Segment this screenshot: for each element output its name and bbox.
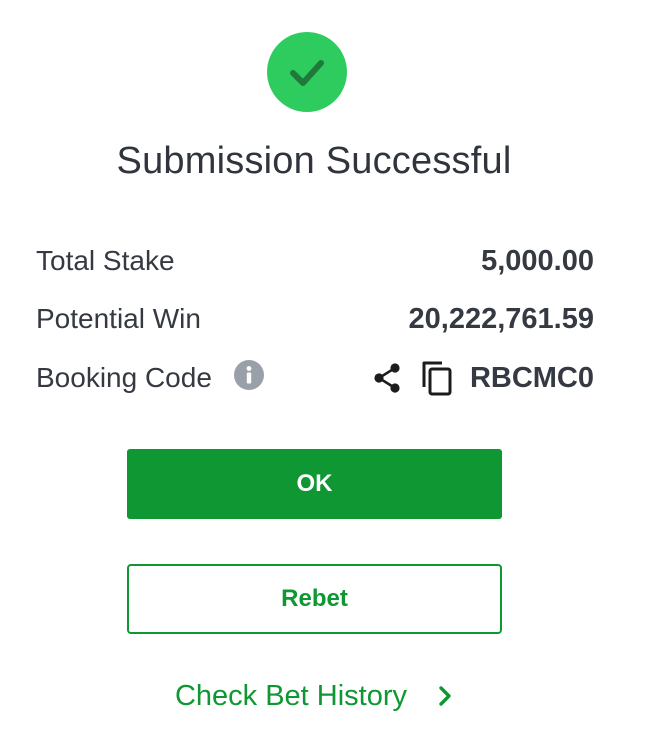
total-stake-row: Total Stake 5,000.00 [36, 241, 594, 281]
total-stake-label: Total Stake [36, 245, 175, 276]
total-stake-value: 5,000.00 [481, 244, 594, 277]
check-bet-history-label: Check Bet History [174, 679, 408, 712]
chevron-right-icon [437, 684, 453, 708]
page-title: Submission Successful [116, 140, 512, 182]
potential-win-label: Potential Win [36, 303, 201, 334]
booking-code-label: Booking Code [36, 362, 212, 393]
ok-button[interactable]: OK [127, 449, 502, 519]
booking-code-label-group: Booking Code [36, 360, 264, 394]
check-bet-history-link[interactable]: Check Bet History [0, 672, 628, 720]
copy-icon[interactable] [420, 359, 454, 397]
share-icon[interactable] [370, 361, 404, 395]
booking-code-value[interactable]: RBCMC0 [470, 362, 594, 395]
rebet-button[interactable]: Rebet [127, 564, 502, 634]
check-icon [290, 60, 324, 86]
potential-win-value: 20,222,761.59 [408, 302, 594, 335]
success-check-badge [267, 32, 347, 112]
booking-code-row: Booking Code RBCMC0 [36, 358, 594, 398]
info-icon[interactable] [233, 360, 264, 390]
potential-win-row: Potential Win 20,222,761.59 [36, 299, 594, 339]
booking-code-actions: RBCMC0 [370, 359, 594, 397]
